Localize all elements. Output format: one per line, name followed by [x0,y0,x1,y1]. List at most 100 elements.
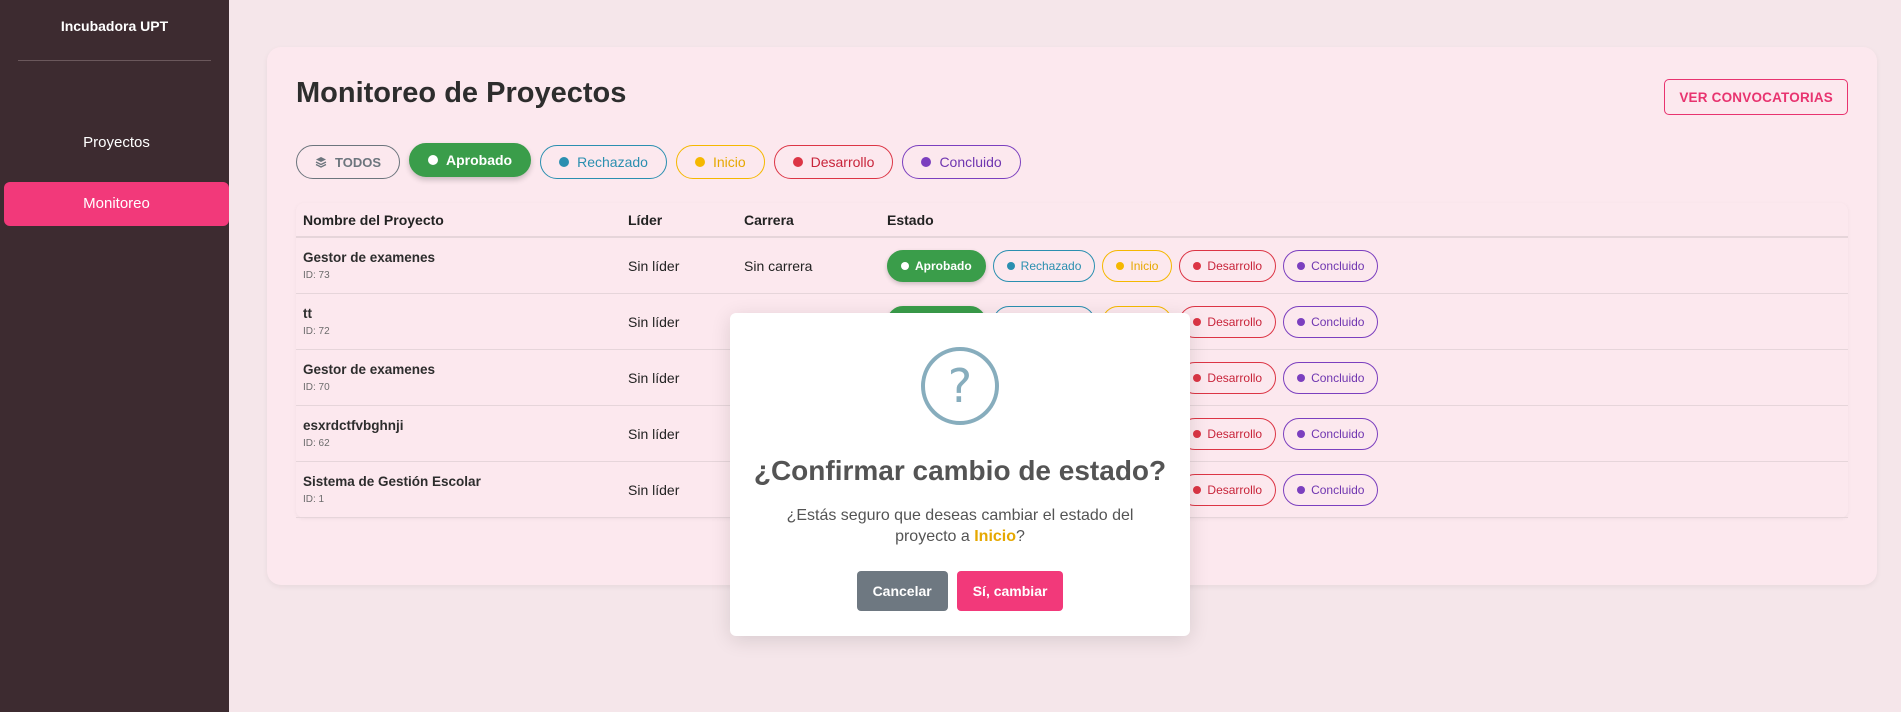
project-cell: Sistema de Gestión Escolar ID: 1 [296,474,628,505]
cancel-button[interactable]: Cancelar [856,571,948,611]
status-dot-icon [1297,373,1306,382]
status-label: Desarrollo [1207,314,1263,329]
status-dot-icon [1297,429,1306,438]
status-label: Desarrollo [1207,258,1263,273]
column-header-nombre: Nombre del Proyecto [303,211,444,228]
lider-cell: Sin líder [628,481,680,498]
status-label: Desarrollo [1207,370,1263,385]
filter-concluido-label: Concluido [939,154,1002,170]
status-desarrollo-button[interactable]: Desarrollo [1179,249,1277,282]
status-dot-icon [901,261,909,270]
project-id: ID: 73 [303,270,330,281]
estado-cell: Aprobado Rechazado Inicio Desarrollo Conclui… [887,249,1848,282]
sidebar-item-monitoreo[interactable]: Monitoreo [4,182,229,226]
status-desarrollo-button[interactable]: Desarrollo [1179,473,1277,506]
dialog-message-text: ¿Estás seguro que deseas cambiar el esta… [786,507,1134,545]
status-label: Desarrollo [1207,426,1263,441]
filter-desarrollo-button[interactable]: Desarrollo [773,145,894,179]
project-cell: tt ID: 72 [296,306,628,337]
status-dot-icon [1193,373,1202,382]
carrera-cell: Sin carrera [744,257,813,274]
status-dot-icon [428,155,438,165]
project-name: Gestor de examenes [303,250,436,265]
status-dot-icon [1297,317,1306,326]
status-label: Concluido [1311,370,1365,385]
filter-rechazado-button[interactable]: Rechazado [540,145,667,179]
project-name: Sistema de Gestión Escolar [303,474,481,489]
project-name: tt [303,306,312,321]
status-label: Aprobado [915,258,972,273]
status-label: Rechazado [1020,258,1082,273]
project-id: ID: 1 [303,494,325,505]
filter-rechazado-label: Rechazado [577,154,648,170]
status-dot-icon [1006,261,1015,270]
project-id: ID: 62 [303,438,330,449]
column-header-lider: Líder [628,211,663,228]
lider-cell: Sin líder [628,425,680,442]
filter-bar: TODOS Aprobado Rechazado Inicio Desarrol… [296,143,1021,179]
project-name: esxrdctfvbghnji [303,418,404,433]
status-label: Desarrollo [1207,482,1263,497]
status-rechazado-button[interactable]: Rechazado [992,249,1096,282]
status-label: Concluido [1311,426,1365,441]
filter-inicio-label: Inicio [712,154,746,170]
status-dot-icon [921,157,932,167]
column-header-estado: Estado [887,211,934,228]
status-dot-icon [1193,261,1202,270]
sidebar-divider [18,60,211,61]
project-cell: Gestor de examenes ID: 70 [296,362,628,393]
table-header: Nombre del Proyecto Líder Carrera Estado [296,203,1848,238]
question-icon: ? [921,347,999,425]
status-dot-icon [1193,485,1202,494]
table-row: Gestor de examenes ID: 73 Sin líder Sin car… [296,238,1848,294]
status-dot-icon [694,157,705,167]
dialog-message-end: ? [1016,528,1025,545]
status-dot-icon [792,157,803,167]
status-dot-icon [1193,429,1202,438]
lider-cell: Sin líder [628,313,680,330]
filter-todos-button[interactable]: TODOS [296,145,400,179]
sidebar-item-proyectos[interactable]: Proyectos [4,121,229,165]
lider-cell: Sin líder [628,257,680,274]
project-cell: esxrdctfvbghnji ID: 62 [296,418,628,449]
filter-inicio-button[interactable]: Inicio [675,145,765,179]
status-dot-icon [559,157,570,167]
layers-icon [315,157,327,168]
filter-aprobado-label: Aprobado [446,152,513,168]
project-id: ID: 72 [303,326,330,337]
project-id: ID: 70 [303,382,330,393]
status-inicio-button[interactable]: Inicio [1102,249,1173,282]
sidebar: Incubadora UPT Proyectos Monitoreo [0,0,229,712]
status-desarrollo-button[interactable]: Desarrollo [1179,361,1277,394]
status-desarrollo-button[interactable]: Desarrollo [1179,305,1277,338]
dialog-title: ¿Confirmar cambio de estado? [753,455,1167,486]
confirm-button[interactable]: Sí, cambiar [956,571,1064,611]
status-dot-icon [1297,485,1306,494]
page-title: Monitoreo de Proyectos [296,77,627,109]
lider-cell: Sin líder [628,369,680,386]
filter-aprobado-button[interactable]: Aprobado [409,143,532,177]
status-concluido-button[interactable]: Concluido [1283,305,1379,338]
dialog-message: ¿Estás seguro que deseas cambiar el esta… [756,505,1164,547]
confirm-dialog: ? ¿Confirmar cambio de estado? ¿Estás se… [730,313,1190,636]
status-label: Inicio [1130,258,1159,273]
status-label: Concluido [1311,314,1365,329]
status-dot-icon [1116,261,1125,270]
status-concluido-button[interactable]: Concluido [1283,361,1379,394]
status-concluido-button[interactable]: Concluido [1283,473,1379,506]
status-desarrollo-button[interactable]: Desarrollo [1179,417,1277,450]
project-name: Gestor de examenes [303,362,436,377]
status-label: Concluido [1311,258,1365,273]
dialog-actions: Cancelar Sí, cambiar [730,571,1190,611]
filter-todos-label: TODOS [335,154,381,170]
brand-title: Incubadora UPT [60,18,169,34]
filter-concluido-button[interactable]: Concluido [902,145,1021,179]
filter-desarrollo-label: Desarrollo [810,154,875,170]
dialog-highlight-status: Inicio [974,528,1017,545]
ver-convocatorias-button[interactable]: VER CONVOCATORIAS [1664,79,1848,115]
status-aprobado-button[interactable]: Aprobado [887,249,986,282]
status-concluido-button[interactable]: Concluido [1283,417,1379,450]
status-concluido-button[interactable]: Concluido [1283,249,1379,282]
status-label: Concluido [1311,482,1365,497]
status-dot-icon [1297,261,1306,270]
